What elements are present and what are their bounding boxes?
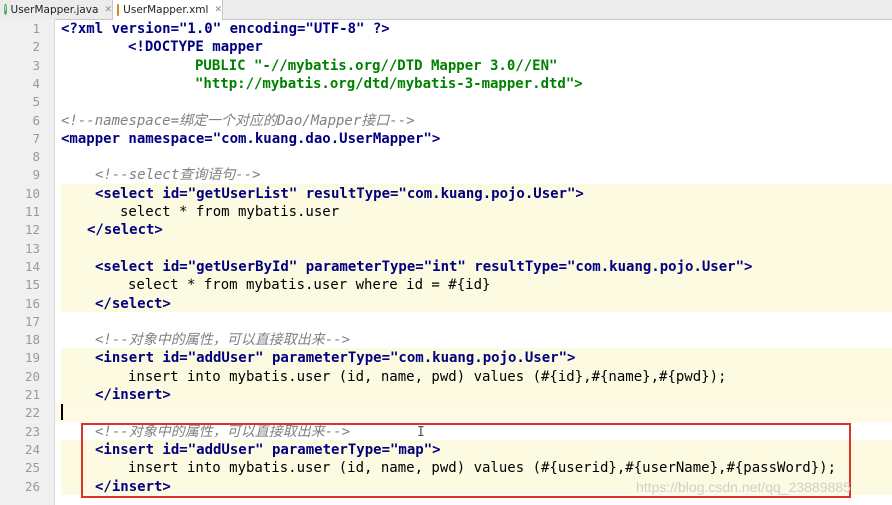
close-icon[interactable]: ✕ [104,5,112,15]
code-line: 19 <insert id="addUser" parameterType="c… [24,350,576,367]
editor-tab-bar: I UserMapper.java ✕ UserMapper.xml ✕ [0,0,892,20]
code-line: 24 <insert id="addUser" parameterType="m… [24,441,441,458]
code-line: 9 <!--select查询语句--> [32,167,261,184]
code-line: 3 PUBLIC "-//mybatis.org//DTD Mapper 3.0… [32,57,558,74]
code-text: </insert> [95,387,171,403]
code-text: <!--对象中的属性，可以直接取出来--> [95,423,351,440]
code-text: <insert id="addUser" parameterType="com.… [95,350,576,367]
code-line: 25 insert into mybatis.user (id, name, p… [24,460,837,477]
code-text: <mapper namespace="com.kuang.dao.UserMap… [61,130,441,147]
code-text: </select> [87,222,163,239]
code-text: PUBLIC "-//mybatis.org//DTD Mapper 3.0//… [195,57,558,74]
code-text: select * from mybatis.user where id = #{… [128,277,491,294]
watermark: https://blog.csdn.net/qq_23889885 [636,479,851,495]
code-text: insert into mybatis.user (id, name, pwd)… [128,368,727,385]
code-line: 8 [32,149,40,165]
code-line: 7 <mapper namespace="com.kuang.dao.UserM… [32,130,441,147]
code-text: select * from mybatis.user [120,204,340,220]
tab-label: UserMapper.java [10,3,99,16]
code-line: 23 <!--对象中的属性，可以直接取出来--> [24,423,351,440]
code-text: </select> [95,295,171,312]
tab-usermapper-java[interactable]: I UserMapper.java ✕ [0,0,113,19]
code-line: 14 <select id="getUserById" parameterTyp… [24,258,753,275]
tab-usermapper-xml[interactable]: UserMapper.xml ✕ [113,0,223,20]
code-line: 13 [24,240,40,256]
code-text: "http://mybatis.org/dtd/mybatis-3-mapper… [195,75,583,92]
close-icon[interactable]: ✕ [214,5,222,15]
code-line: 5 [32,94,40,110]
code-text: <select id="getUserList" resultType="com… [95,185,584,202]
code-line: 18 <!--对象中的属性，可以直接取出来--> [24,332,351,349]
code-text: </insert> [95,478,171,495]
code-editor[interactable]: 1 <?xml version="1.0" encoding="UTF-8" ?… [24,19,892,505]
text-cursor-icon: I [417,425,425,440]
code-text: insert into mybatis.user (id, name, pwd)… [128,460,837,477]
code-text: <select id="getUserById" parameterType="… [95,258,753,275]
code-line: 16 </select> [24,295,171,312]
code-text: <insert id="addUser" parameterType="map"… [95,441,441,458]
code-line: 21 </insert> [24,387,171,403]
code-text: <!--select查询语句--> [95,167,261,184]
code-line: 1 <?xml version="1.0" encoding="UTF-8" ?… [32,21,390,37]
code-text: <?xml version="1.0" encoding="UTF-8" ?> [61,21,390,37]
tab-label: UserMapper.xml [123,4,209,16]
code-line: 2 <!DOCTYPE mapper [32,39,263,56]
java-class-icon: I [4,4,7,15]
code-line: 6 <!--namespace=绑定一个对应的Dao/Mapper接口--> [32,112,415,129]
code-line: 11 select * from mybatis.user [24,204,340,220]
code-line: 17 [24,313,40,329]
code-text: <!DOCTYPE mapper [128,39,263,56]
code-line: 12 </select> [24,222,163,239]
code-line: 15 select * from mybatis.user where id =… [24,277,491,294]
code-line: 10 <select id="getUserList" resultType="… [24,185,584,202]
code-text: <!--namespace=绑定一个对应的Dao/Mapper接口--> [61,112,415,129]
code-line: 4 "http://mybatis.org/dtd/mybatis-3-mapp… [32,75,583,92]
code-text: <!--对象中的属性，可以直接取出来--> [95,332,351,349]
code-line: 20 insert into mybatis.user (id, name, p… [24,368,727,385]
code-line: 22 [24,405,40,421]
xml-file-icon [117,4,120,16]
